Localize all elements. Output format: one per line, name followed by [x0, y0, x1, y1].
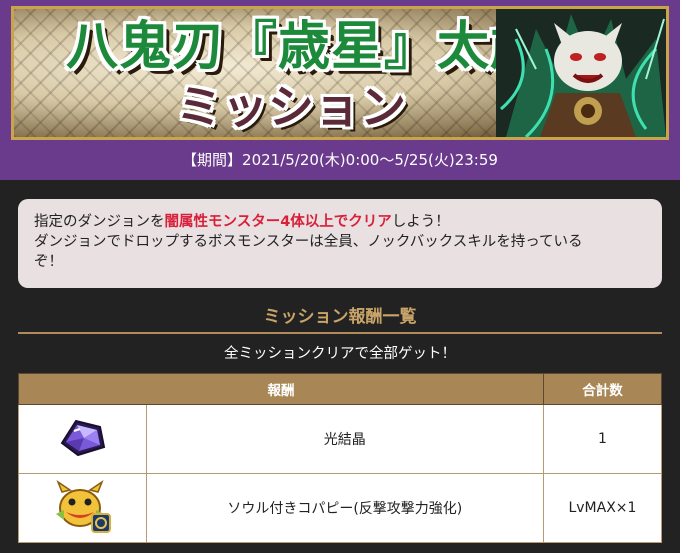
reward-name: 光結晶 [145, 404, 544, 474]
rewards-subtitle: 全ミッションクリアで全部ゲット！ [224, 346, 456, 362]
soul-copy-monster-icon [56, 480, 112, 533]
reward-icon-cell [18, 473, 147, 543]
header-total: 合計数 [542, 373, 663, 405]
table-row: ソウル付きコパピー(反撃攻撃力強化) LvMAX×1 [18, 473, 663, 543]
rewards-section-title: ミッション報酬一覧 [263, 307, 417, 327]
description-line-3: ぞ！ [34, 254, 63, 270]
reward-icon-cell [18, 404, 147, 474]
banner-subtitle: ミッション [176, 80, 406, 134]
event-banner: 八鬼刃『歳星』太歳 ミッション [0, 0, 680, 146]
reward-total: LvMAX×1 [542, 473, 663, 543]
banner-frame: 八鬼刃『歳星』太歳 ミッション [11, 6, 669, 140]
table-header-row: 報酬 合計数 [18, 373, 663, 405]
header-reward: 報酬 [18, 373, 544, 405]
highlight-condition: 闇属性モンスター4体以上でクリア [164, 214, 392, 230]
event-period: 【期間】2021/5/20(木)0:00～5/25(火)23:59 [0, 146, 680, 180]
description-line-2: ダンジョンでドロップするボスモンスターは全員、ノックバックスキルを持っている [34, 234, 583, 250]
rewards-table: 報酬 合計数 光結晶 1 ソウル付きコパピー(反撃攻撃力強化) LvMAX×1 [18, 373, 663, 543]
tiger-boss-art-icon [496, 9, 666, 137]
reward-name: ソウル付きコパピー(反撃攻撃力強化) [145, 473, 544, 543]
reward-total: 1 [542, 404, 663, 474]
banner-title: 八鬼刃『歳星』太歳 [66, 17, 544, 77]
purple-crystal-icon [60, 419, 106, 457]
table-row: 光結晶 1 [18, 404, 663, 474]
mission-description: 指定のダンジョンを闇属性モンスター4体以上でクリアしよう！ ダンジョンでドロップ… [18, 199, 662, 288]
description-line-1: 指定のダンジョンを闇属性モンスター4体以上でクリアしよう！ [34, 214, 450, 230]
divider [18, 332, 662, 334]
